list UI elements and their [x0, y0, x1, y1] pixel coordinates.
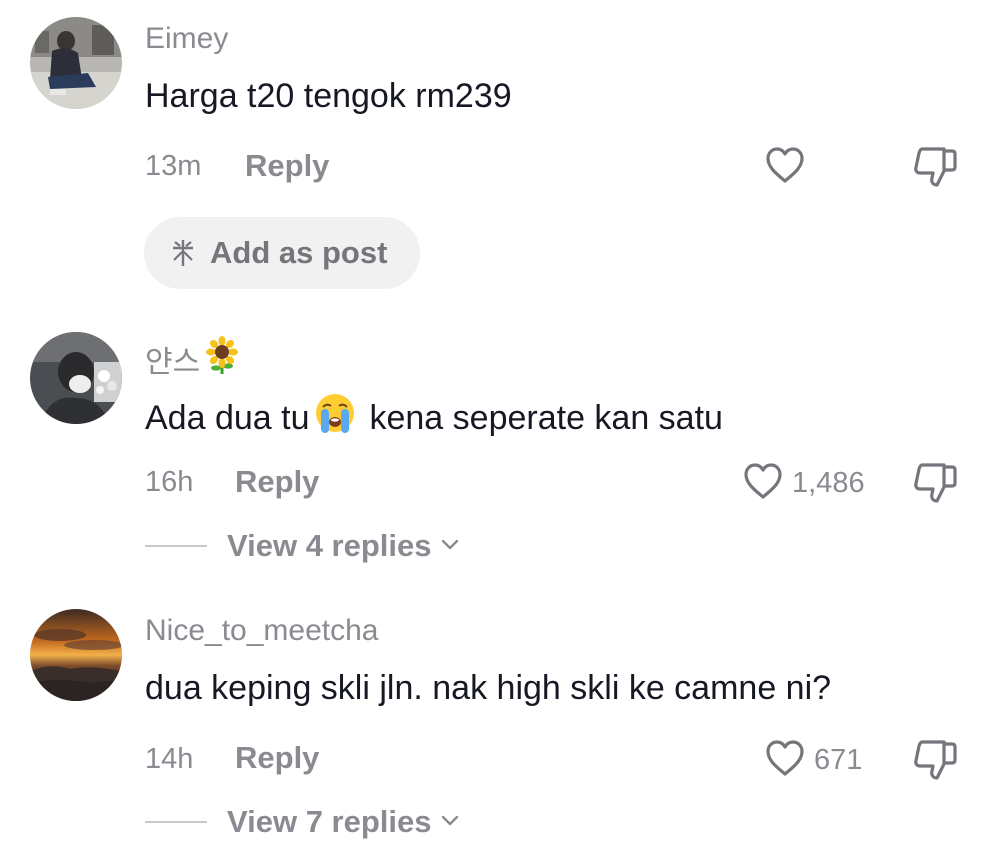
- like-count: 1,486: [792, 467, 865, 499]
- view-replies-label: View 7 replies: [227, 804, 432, 839]
- avatar[interactable]: [30, 17, 122, 109]
- comment-timestamp: 16h: [145, 466, 194, 498]
- comment-text: Harga t20 tengok rm239: [145, 77, 512, 115]
- comment-text: Ada dua tu kena seperate kan satu: [145, 391, 723, 444]
- dislike-button[interactable]: [912, 738, 960, 787]
- replies-divider: [145, 821, 207, 823]
- loudly-crying-face-icon: [313, 391, 357, 444]
- chevron-down-icon: [440, 537, 460, 556]
- comment-username[interactable]: 얀스: [145, 336, 240, 382]
- view-replies-button[interactable]: View 7 replies: [145, 804, 460, 840]
- avatar[interactable]: [30, 609, 122, 701]
- comment-timestamp: 13m: [145, 150, 202, 182]
- chevron-down-icon: [440, 813, 460, 832]
- sunflower-icon: [204, 336, 240, 382]
- like-button[interactable]: 1,486: [742, 461, 865, 506]
- dislike-button[interactable]: [912, 461, 960, 510]
- heart-icon: [742, 461, 784, 506]
- add-as-post-label: Add as post: [210, 235, 388, 270]
- dislike-button[interactable]: [912, 145, 960, 194]
- comment-text: dua keping skli jln. nak high skli ke ca…: [145, 669, 832, 707]
- reply-button[interactable]: Reply: [235, 464, 319, 500]
- comment-text-after: kena seperate kan satu: [369, 398, 723, 437]
- sparkle-icon: [170, 238, 196, 268]
- comment-username[interactable]: Nice_to_meetcha: [145, 614, 378, 648]
- heart-icon: [764, 145, 806, 190]
- comment-text-before: Ada dua tu: [145, 398, 310, 437]
- comment-username-text: 얀스: [145, 346, 201, 379]
- view-replies-label: View 4 replies: [227, 528, 432, 563]
- avatar[interactable]: [30, 332, 122, 424]
- thumbs-down-icon: [912, 463, 960, 509]
- like-button[interactable]: 671: [764, 738, 862, 783]
- comment-username[interactable]: Eimey: [145, 22, 228, 56]
- reply-button[interactable]: Reply: [235, 740, 319, 776]
- heart-icon: [764, 738, 806, 783]
- add-as-post-button[interactable]: Add as post: [144, 217, 420, 289]
- thumbs-down-icon: [912, 740, 960, 786]
- like-button[interactable]: [764, 145, 814, 190]
- like-count: 671: [814, 744, 863, 776]
- thumbs-down-icon: [912, 147, 960, 193]
- view-replies-button[interactable]: View 4 replies: [145, 528, 460, 564]
- replies-divider: [145, 545, 207, 547]
- comment-timestamp: 14h: [145, 743, 194, 775]
- reply-button[interactable]: Reply: [245, 148, 329, 184]
